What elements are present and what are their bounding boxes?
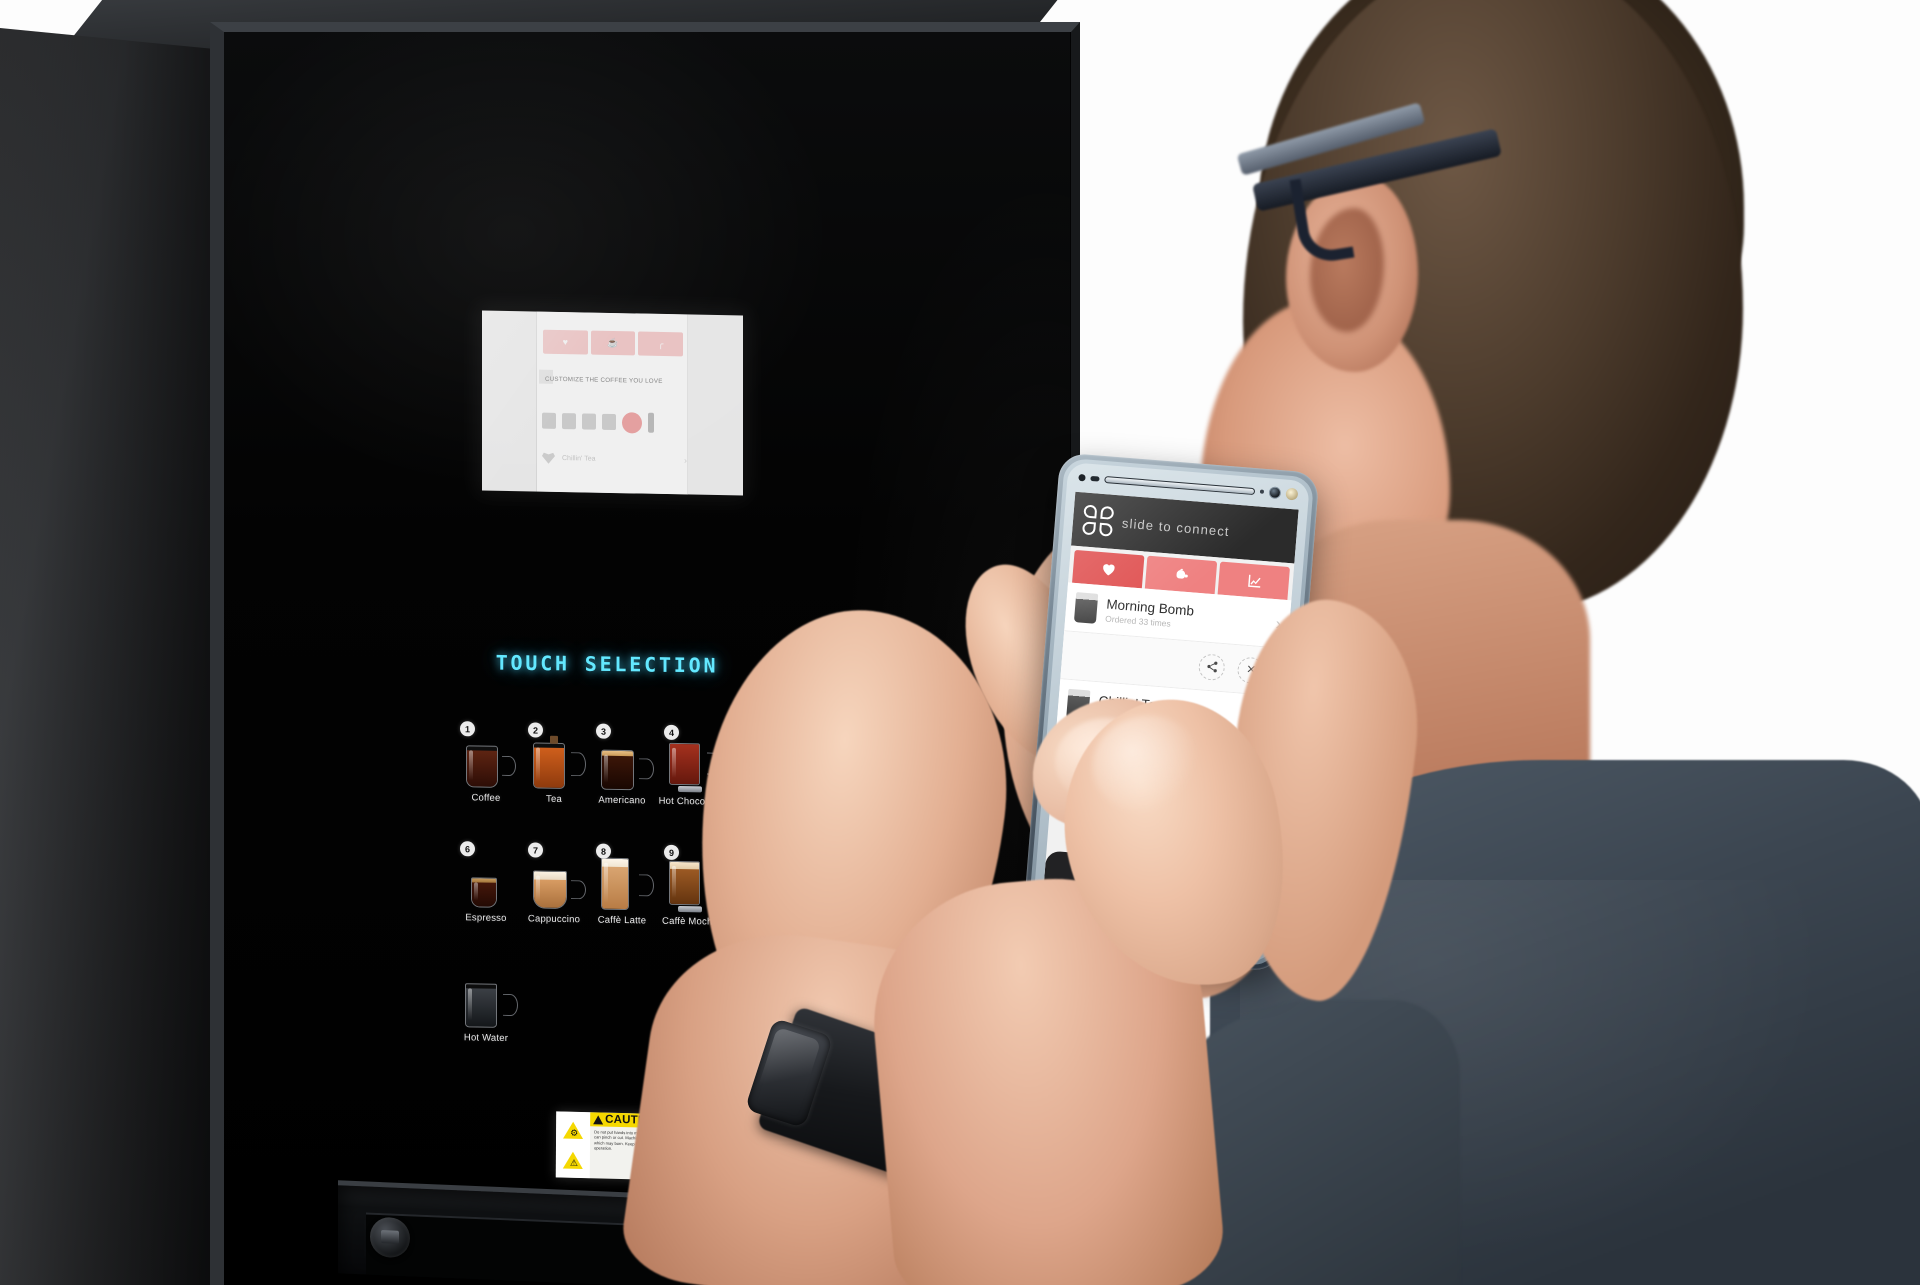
drink-number-badge: 8 [596, 843, 611, 859]
pinch-hazard-icon: ⚙ [563, 1121, 584, 1139]
drink-number-badge: 7 [528, 842, 543, 858]
grid-spacer: . [588, 961, 656, 1068]
cappuccino-cup-icon: 7 [520, 840, 588, 910]
selected-cup-icon[interactable] [622, 411, 642, 434]
machine-display-row-label: Chillin' Tea [562, 454, 596, 463]
machine-display-tab-brews[interactable]: ☕ [590, 330, 636, 356]
drink-label: Coffee [471, 792, 501, 804]
proximity-sensor-icon [1078, 473, 1086, 481]
heart-icon [1102, 564, 1115, 576]
americano-cup-icon: 3 [588, 721, 656, 791]
screenshot-stage: ♥ ☕ ╭ CUSTOMIZE THE COFFEE YOU LOVE Chil… [0, 0, 1920, 1285]
machine-lock-icon[interactable] [370, 1216, 410, 1259]
chart-icon [1247, 574, 1261, 588]
pourover-icon [542, 412, 556, 429]
chevron-right-icon: › [684, 455, 687, 466]
drink-number-badge: 4 [664, 724, 679, 740]
machine-embedded-display[interactable]: ♥ ☕ ╭ CUSTOMIZE THE COFFEE YOU LOVE Chil… [482, 310, 743, 496]
hot-liquid-hazard-icon: ⚠ [562, 1151, 583, 1169]
front-camera-icon [1268, 486, 1282, 500]
drink-button-cappuccino[interactable]: 7 Cappuccino [520, 840, 588, 947]
drink-button-caffe-latte[interactable]: 8 Caffè Latte [588, 841, 656, 948]
drink-button-espresso[interactable]: 6 Espresso [452, 839, 520, 946]
person-head [1243, 0, 1743, 612]
notification-led-icon [1259, 489, 1265, 494]
machine-side-panel [0, 28, 225, 1285]
machine-side-shading [0, 28, 225, 1285]
drink-button-tea[interactable]: 2 Tea [520, 720, 588, 827]
teapot-icon [1176, 568, 1188, 579]
light-sensor-icon [1090, 475, 1100, 482]
machine-display-tab-stats[interactable]: ╭ [638, 331, 684, 357]
grid-spacer: . [520, 960, 588, 1067]
machine-display-tabs[interactable]: ♥ ☕ ╭ [543, 329, 684, 357]
tab-stats[interactable] [1217, 561, 1291, 601]
drink-number-badge: 2 [528, 722, 543, 738]
glasses-temple-icon [1252, 128, 1502, 212]
tumbler-icon [648, 412, 654, 433]
warning-triangle-icon [593, 1114, 604, 1125]
front-flash-icon [1285, 487, 1299, 501]
drink-button-coffee[interactable]: 1 Coffee [452, 719, 520, 826]
coffee-cup-icon: 1 [452, 719, 520, 788]
drink-label: Caffè Latte [597, 914, 647, 927]
drink-number-badge: 1 [460, 721, 475, 737]
drink-button-americano[interactable]: 3 Americano [588, 721, 656, 828]
person-hair [1258, 0, 1744, 406]
drink-number-badge: 6 [460, 841, 475, 857]
list-item-text: Morning Bomb Ordered 33 times [1105, 596, 1268, 636]
cup-icon [582, 413, 596, 430]
caffe-latte-glass-icon: 8 [588, 841, 656, 911]
caution-pictograms: ⚙ ⚠ [555, 1111, 591, 1179]
drink-button-hot-water[interactable]: Hot Water [452, 959, 520, 1066]
share-icon [1206, 661, 1217, 673]
hot-water-mug-icon [452, 959, 520, 1028]
glasses-earhook [1289, 172, 1355, 266]
french-press-icon [602, 413, 616, 431]
app-brand-name: slide to connect [1121, 515, 1231, 539]
drink-number-badge: 3 [596, 723, 611, 739]
touch-selection-status: TOUCH SELECTION [495, 650, 719, 678]
share-button[interactable] [1197, 652, 1226, 681]
machine-display-icon-row [542, 408, 687, 437]
tea-cup-icon: 2 [520, 720, 588, 790]
drink-label: Americano [598, 794, 646, 807]
tab-favourites[interactable] [1072, 549, 1145, 589]
heart-icon [542, 452, 555, 464]
tab-brews[interactable] [1144, 555, 1218, 595]
togo-cup-icon [1073, 592, 1099, 624]
drink-label: Hot Water [463, 1032, 509, 1045]
drink-label: Espresso [465, 912, 507, 924]
person-inner-ear [1310, 208, 1384, 332]
clover-logo-icon [1081, 504, 1115, 537]
machine-display-tab-favourites[interactable]: ♥ [543, 329, 588, 355]
drink-label: Tea [546, 793, 562, 805]
person-ear [1286, 176, 1418, 372]
mug-icon [562, 413, 576, 430]
espresso-cup-icon: 6 [452, 839, 520, 908]
drink-number-badge: 9 [664, 844, 679, 860]
drink-label: Cappuccino [527, 913, 581, 926]
glasses-temple-upper [1236, 102, 1426, 176]
